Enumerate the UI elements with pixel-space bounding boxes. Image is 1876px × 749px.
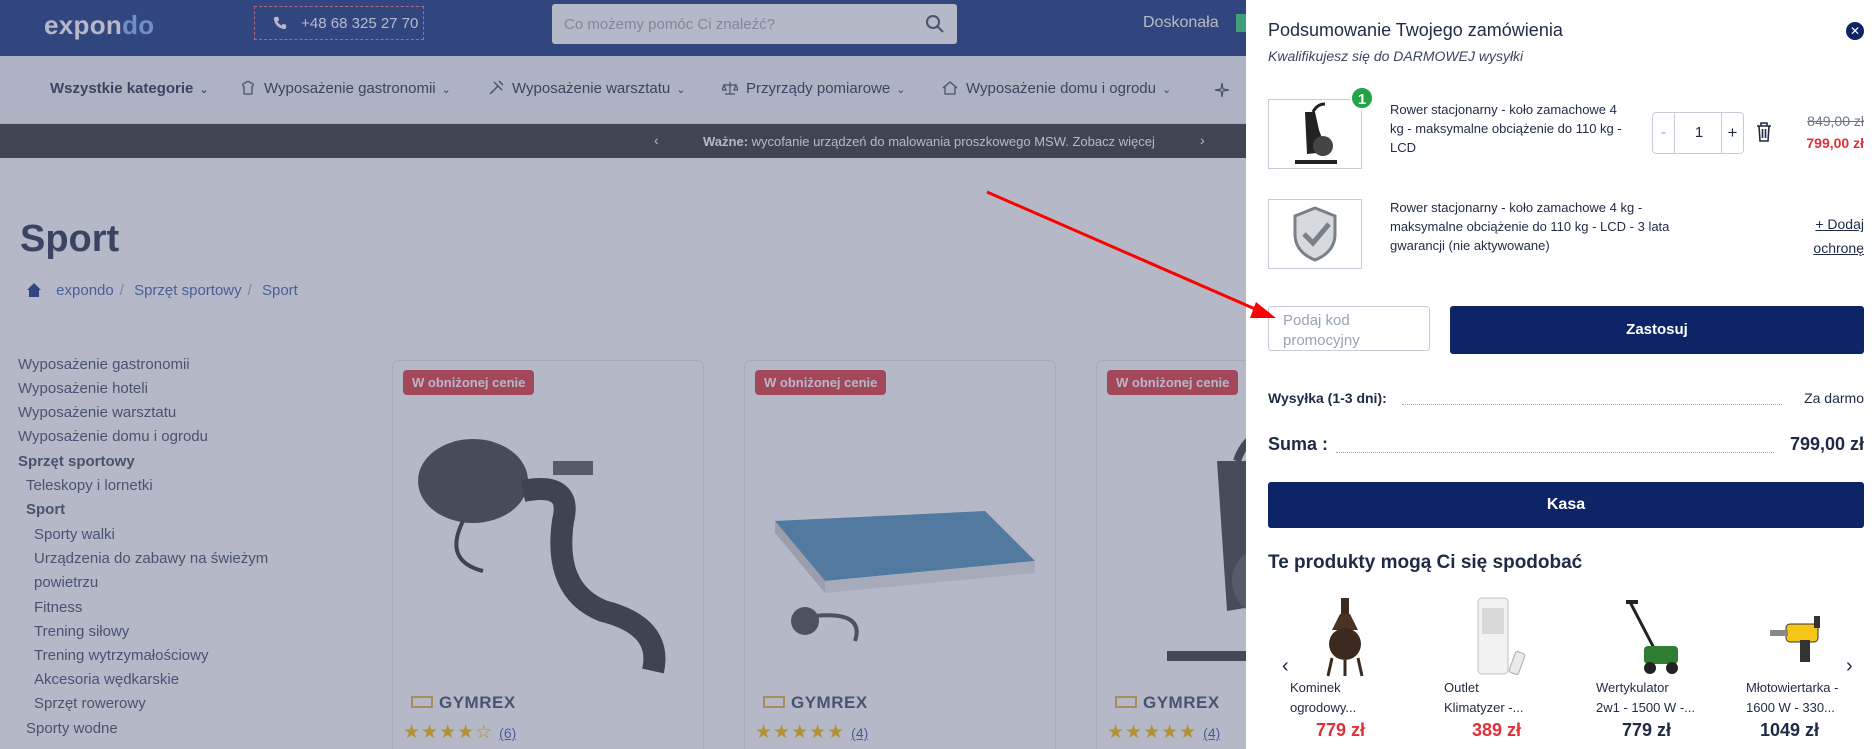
recommended-product-name: Wertykulator 2w1 - 1500 W -... [1596,680,1695,715]
chimenea-icon [1326,598,1364,677]
carousel-next-icon[interactable]: › [1846,655,1853,678]
trash-icon[interactable] [1754,121,1774,143]
quantity-input[interactable]: 1 [1675,113,1723,153]
old-price: 849,00 zł [1807,113,1864,129]
hammer-drill-icon [1770,616,1820,662]
recommended-product-name: Młotowiertarka - 1600 W - 330... [1746,680,1839,715]
shipping-label: Wysyłka (1-3 dni): [1268,390,1387,406]
quantity-badge: 1 [1350,86,1374,110]
add-protection-link[interactable]: + Dodaj ochronę [1813,212,1864,260]
free-shipping-note: Kwalifikujesz się do DARMOWEJ wysyłki [1268,48,1524,64]
air-cooler-icon [1477,597,1526,675]
recommended-product-price: 1049 zł [1760,720,1820,740]
total-row: Suma : 799,00 zł [1268,434,1864,460]
recommended-product-price: 779 zł [1316,720,1366,740]
shield-check-icon [1293,206,1337,262]
checkout-button[interactable]: Kasa [1268,482,1864,528]
protection-thumbnail [1268,199,1362,269]
close-icon[interactable]: ✕ [1846,22,1864,40]
cart-item-name[interactable]: Rower stacjonarny - koło zamachowe 4 kg … [1390,100,1622,157]
current-price: 799,00 zł [1806,135,1864,151]
cart-title: Podsumowanie Twojego zamówienia [1268,20,1563,40]
protection-name: Rower stacjonarny - koło zamachowe 4 kg … [1390,200,1670,253]
recommended-product-name: Outlet Klimatyzer -... [1444,680,1524,715]
shipping-row: Wysyłka (1-3 dni): Za darmo [1268,390,1864,410]
quantity-stepper: - 1 + [1652,112,1744,154]
recommendations-title: Te produkty mogą Ci się spodobać [1268,552,1583,573]
modal-backdrop[interactable] [0,0,1246,749]
total-label: Suma : [1268,434,1329,454]
recommended-product-price: 779 zł [1622,720,1672,740]
apply-promo-button[interactable]: Zastosuj [1450,306,1864,354]
increase-quantity-button[interactable]: + [1721,113,1743,153]
recommended-product-price: 389 zł [1472,720,1522,740]
total-value: 799,00 zł [1789,434,1864,454]
promo-code-input[interactable]: Podaj kod promocyjny [1268,306,1430,351]
cart-summary-panel: Podsumowanie Twojego zamówienia Kwalifik… [1246,0,1876,749]
scarifier-icon [1626,600,1678,674]
decrease-quantity-button[interactable]: - [1653,113,1675,153]
cart-item-thumbnail[interactable] [1268,99,1362,169]
recommended-product-name: Kominek ogrodowy... [1290,680,1357,715]
exercise-bike-icon [1295,102,1337,164]
carousel-prev-icon[interactable]: ‹ [1282,655,1289,678]
shipping-value: Za darmo [1804,390,1864,406]
